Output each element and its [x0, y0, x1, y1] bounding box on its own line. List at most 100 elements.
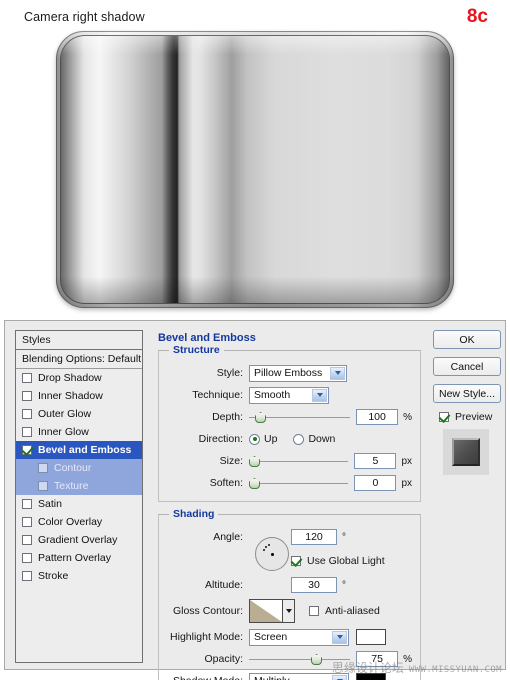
technique-select-value: Smooth	[254, 389, 290, 401]
size-row: Size: 5 px	[167, 451, 412, 471]
chevron-down-icon[interactable]	[332, 631, 347, 644]
soften-slider[interactable]	[249, 476, 348, 490]
anti-aliased-label: Anti-aliased	[325, 605, 380, 617]
preview-label: Preview	[455, 411, 492, 423]
direction-down-radio[interactable]	[293, 434, 304, 445]
preview-checkbox[interactable]: Preview	[439, 411, 501, 423]
effect-row-gradient-overlay[interactable]: Gradient Overlay	[16, 531, 142, 549]
soften-row: Soften: 0 px	[167, 473, 412, 493]
effect-row-texture[interactable]: Texture	[16, 477, 142, 495]
effect-row-inner-glow[interactable]: Inner Glow	[16, 423, 142, 441]
depth-row: Depth: 100 %	[167, 407, 412, 427]
effect-row-inner-shadow[interactable]: Inner Shadow	[16, 387, 142, 405]
depth-slider-thumb[interactable]	[255, 412, 266, 423]
checkbox-icon[interactable]	[22, 409, 32, 419]
shading-legend: Shading	[169, 508, 218, 520]
checkbox-icon[interactable]	[22, 499, 32, 509]
metal-inner-surface	[61, 36, 449, 303]
depth-label: Depth:	[167, 411, 249, 423]
highlight-opacity-label: Opacity:	[167, 653, 249, 665]
chevron-down-icon[interactable]	[312, 389, 327, 402]
highlight-mode-select[interactable]: Screen	[249, 629, 349, 646]
checkbox-icon[interactable]	[22, 517, 32, 527]
size-slider-thumb[interactable]	[249, 456, 260, 467]
angle-dial-center-dot	[271, 553, 274, 556]
checkbox-icon[interactable]	[22, 571, 32, 581]
highlight-opacity-thumb[interactable]	[311, 654, 322, 665]
technique-select[interactable]: Smooth	[249, 387, 329, 404]
cancel-button[interactable]: Cancel	[433, 357, 501, 376]
shadow-mode-value: Multiply	[254, 675, 290, 680]
technique-label: Technique:	[167, 389, 249, 401]
depth-input[interactable]: 100	[356, 409, 398, 425]
blending-options-row[interactable]: Blending Options: Default	[16, 350, 142, 369]
depth-unit: %	[403, 412, 412, 423]
camera-body-artwork	[56, 31, 454, 308]
use-global-light-checkbox[interactable]: Use Global Light	[291, 555, 385, 567]
style-select[interactable]: Pillow Emboss	[249, 365, 347, 382]
effect-row-bevel-and-emboss[interactable]: Bevel and Emboss	[16, 441, 142, 459]
checkbox-icon[interactable]	[38, 463, 48, 473]
checkbox-icon[interactable]	[22, 445, 32, 455]
effect-row-pattern-overlay[interactable]: Pattern Overlay	[16, 549, 142, 567]
altitude-label: Altitude:	[167, 579, 249, 591]
new-style-button[interactable]: New Style...	[433, 384, 501, 403]
preview-sample-square	[452, 438, 480, 466]
angle-unit: °	[342, 532, 346, 543]
gloss-contour-row: Gloss Contour: Anti-aliased	[167, 597, 412, 625]
checkbox-icon[interactable]	[291, 556, 301, 566]
effect-row-contour[interactable]: Contour	[16, 459, 142, 477]
checkbox-icon[interactable]	[22, 391, 32, 401]
dialog-buttons: OK Cancel New Style... Preview	[433, 330, 501, 663]
effect-label: Texture	[54, 477, 88, 495]
angle-dial-tick	[263, 549, 265, 551]
effect-row-stroke[interactable]: Stroke	[16, 567, 142, 585]
effect-label: Drop Shadow	[38, 369, 102, 387]
checkbox-icon[interactable]	[439, 412, 449, 422]
shadow-mode-label: Shadow Mode:	[167, 675, 249, 680]
effect-label: Inner Shadow	[38, 387, 103, 405]
chevron-down-icon[interactable]	[283, 599, 295, 623]
direction-up-radio[interactable]	[249, 434, 260, 445]
screenshot-root: Camera right shadow 8c Styles Blending O…	[0, 0, 510, 680]
ok-button[interactable]: OK	[433, 330, 501, 349]
angle-row: Angle: 120 °	[167, 527, 412, 547]
checkbox-icon[interactable]	[309, 606, 319, 616]
gloss-contour-preview[interactable]	[249, 599, 283, 623]
style-row: Style: Pillow Emboss	[167, 363, 412, 383]
effect-row-satin[interactable]: Satin	[16, 495, 142, 513]
structure-legend: Structure	[169, 344, 224, 356]
soften-unit: px	[401, 478, 412, 489]
size-slider[interactable]	[249, 454, 348, 468]
effects-list: Drop ShadowInner ShadowOuter GlowInner G…	[16, 369, 142, 585]
effect-label: Gradient Overlay	[38, 531, 117, 549]
altitude-row: Altitude: 30 °	[167, 575, 412, 595]
effect-label: Color Overlay	[38, 513, 102, 531]
altitude-input[interactable]: 30	[291, 577, 337, 593]
effect-row-drop-shadow[interactable]: Drop Shadow	[16, 369, 142, 387]
checkbox-icon[interactable]	[38, 481, 48, 491]
metal-shell	[56, 31, 454, 308]
anti-aliased-checkbox[interactable]: Anti-aliased	[309, 605, 380, 617]
size-label: Size:	[167, 455, 249, 467]
shading-group: Shading Angle: 120 ° Use Global Light	[158, 514, 421, 680]
effect-row-outer-glow[interactable]: Outer Glow	[16, 405, 142, 423]
technique-row: Technique: Smooth	[167, 385, 412, 405]
angle-label: Angle:	[167, 531, 249, 543]
effect-row-color-overlay[interactable]: Color Overlay	[16, 513, 142, 531]
direction-row: Direction: Up Down	[167, 429, 412, 449]
style-label: Style:	[167, 367, 249, 379]
depth-slider[interactable]	[249, 410, 350, 424]
angle-dial[interactable]	[255, 537, 289, 571]
angle-input[interactable]: 120	[291, 529, 337, 545]
size-input[interactable]: 5	[354, 453, 396, 469]
highlight-color-swatch[interactable]	[356, 629, 386, 645]
soften-input[interactable]: 0	[354, 475, 396, 491]
soften-slider-thumb[interactable]	[249, 478, 260, 489]
chevron-down-icon[interactable]	[330, 367, 345, 380]
checkbox-icon[interactable]	[22, 373, 32, 383]
checkbox-icon[interactable]	[22, 553, 32, 563]
checkbox-icon[interactable]	[22, 535, 32, 545]
checkbox-icon[interactable]	[22, 427, 32, 437]
effect-label: Inner Glow	[38, 423, 89, 441]
